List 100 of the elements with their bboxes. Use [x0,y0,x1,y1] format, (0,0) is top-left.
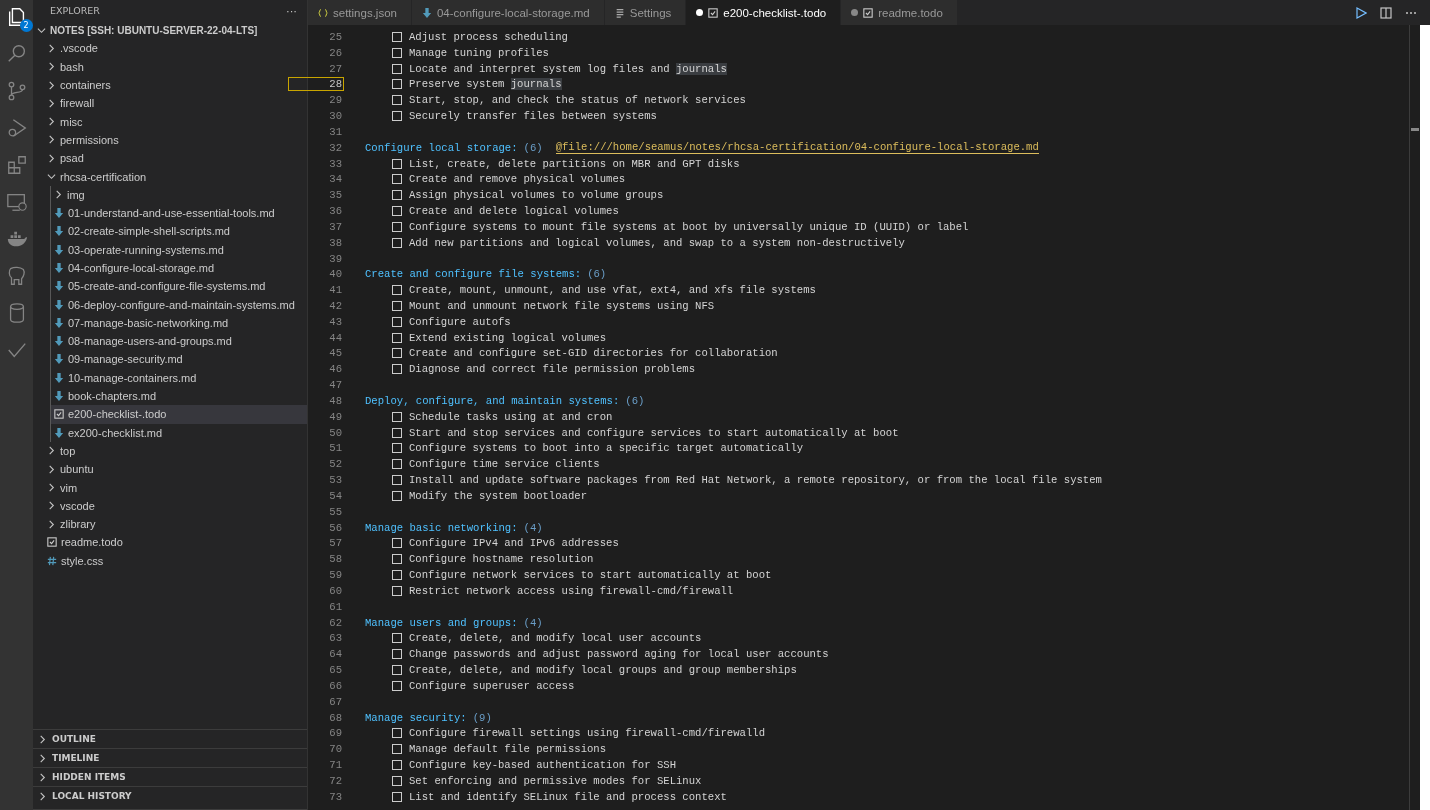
task-text: Configure IPv4 and IPv6 addresses [409,537,619,550]
task-text: Add new partitions and logical volumes, and swap to a system non-destructively [409,236,905,249]
section-heading: Deploy, configure, and maintain systems: [365,394,620,407]
line-number: 42 [328,300,343,312]
checkbox-icon [392,649,402,660]
folder-item[interactable]: zlibrary [33,515,307,534]
folder-item[interactable]: rhcsa-certification [33,167,307,186]
task-text: Diagnose and correct file permission problems [409,363,696,376]
task-text: Securely transfer files between systems [409,110,657,123]
task-text: Start, stop, and check the status of network services [409,94,746,107]
lines-icon [614,7,625,18]
folder-item[interactable]: vim [33,478,307,497]
file-item[interactable]: 06-deploy-configure-and-maintain-systems.md [51,295,307,314]
task-text: Configure key-based authentication for SSH [409,759,676,771]
run-icon[interactable] [1355,6,1367,19]
task-text: Configure systems to mount file systems at boot by universally unique ID (UUID) or label [409,220,969,233]
editor-tab[interactable]: Settings [604,0,687,25]
task-text: Create and remove physical volumes [409,173,626,186]
line-number: 27 [328,62,343,75]
file-item[interactable]: e200-checklist-.todo [51,405,307,424]
task-text: Configure time service clients [409,458,600,471]
task-count: (4) [523,521,543,534]
remote-monitor-icon[interactable] [5,191,28,213]
line-number: 60 [328,584,343,597]
checkbox-icon [392,364,402,375]
checkbox-icon [392,190,402,201]
task-text: Create, delete, and modify local groups and group memberships [409,664,797,677]
folder-item[interactable]: bash [33,57,307,76]
line-number: 39 [328,252,343,265]
task-count: (6) [587,268,607,281]
download-arrow-icon [54,299,64,310]
folder-item[interactable]: misc [33,112,307,131]
folder-item[interactable]: ubuntu [33,460,307,479]
folder-item[interactable]: permissions [33,130,307,150]
checkbox-icon [708,7,719,18]
line-number: 73 [328,790,343,803]
checkbox-icon [392,570,402,581]
checkbox-icon [54,409,64,420]
download-arrow-icon [54,391,64,402]
extensions-icon[interactable] [5,154,28,176]
editor-tab[interactable]: e200-checklist-.todo [686,0,842,25]
file-item[interactable]: 03-operate-running-systems.md [51,240,307,259]
folder-item[interactable]: img [51,185,307,204]
line-number: 65 [328,664,343,677]
line-number: 70 [328,743,343,756]
file-item[interactable]: 01-understand-and-use-essential-tools.md [51,203,307,223]
scrollbar-marker-icon [1411,128,1419,131]
checkbox-icon [392,95,402,106]
file-item[interactable]: ex200-checklist.md [51,423,307,442]
collapsed-section[interactable]: TIMELINE [33,748,307,767]
file-item[interactable]: 08-manage-users-and-groups.md [51,332,307,351]
task-text: Locate and interpret system log files and journals [409,62,727,75]
folder-item[interactable]: firewall [33,94,307,113]
task-text: Configure systems to boot into a specific target automatically [409,442,804,455]
task-count: (6) [625,394,645,407]
task-text: Restrict network access using firewall-cmd/firewall [409,584,734,597]
file-item[interactable]: 07-manage-basic-networking.md [51,313,307,333]
file-link[interactable]: @file:///home/seamus/notes/rhcsa-certification/04-configure-local-storage.md [555,141,1039,155]
file-item[interactable]: 10-manage-containers.md [51,368,307,387]
unsaved-dot-icon [696,9,704,16]
file-item[interactable]: book-chapters.md [51,386,307,406]
line-number: 62 [328,616,343,629]
task-text: List and identify SELinux file and process context [409,790,727,803]
checkbox-icon [392,31,402,42]
checkbox-icon [392,775,402,786]
line-number: 43 [328,315,343,328]
task-text: List, create, delete partitions on MBR and GPT disks [409,157,740,170]
task-text: Start and stop services and configure services to start automatically at boot [409,426,899,439]
file-item[interactable]: 04-configure-local-storage.md [51,258,307,278]
collapsed-section[interactable]: OUTLINE [33,729,307,748]
folder-item[interactable]: vscode [33,496,307,515]
checkbox-icon [392,554,402,565]
split-editor-icon[interactable] [1380,6,1392,19]
more-actions-button[interactable]: ··· [286,4,297,17]
folder-item[interactable]: top [33,441,307,461]
workspace-root[interactable]: NOTES [SSH: UBUNTU-SERVER-22-04-LTS] [33,21,307,40]
folder-item[interactable]: psad [33,149,307,168]
line-number: 64 [328,648,343,661]
folder-item[interactable]: .vscode [33,39,307,58]
file-item[interactable]: readme.todo [33,533,307,552]
checkbox-icon [392,111,402,122]
line-number: 35 [328,189,343,202]
line-number: 45 [328,347,343,360]
line-number: 71 [328,759,343,771]
file-item[interactable]: 09-manage-security.md [51,350,307,369]
file-item[interactable]: 05-create-and-configure-file-systems.md [51,277,307,296]
checkbox-icon [392,206,402,216]
task-text: Configure hostname resolution [409,553,594,566]
editor-tab[interactable]: 04-configure-local-storage.md [411,0,605,25]
collapsed-section[interactable]: LOCAL HISTORY [33,786,307,805]
file-item[interactable]: 02-create-simple-shell-scripts.md [51,222,307,241]
task-text: Configure autofs [409,315,511,328]
line-number: 38 [328,236,343,249]
collapsed-section[interactable]: HIDDEN ITEMS [33,767,307,786]
checkbox-icon [392,665,402,676]
task-text: Schedule tasks using at and cron [409,410,613,423]
task-text: Preserve system journals [409,78,562,91]
file-item[interactable]: style.css [33,551,307,570]
editor-tab[interactable]: settings.json [308,0,412,25]
editor-tab[interactable]: readme.todo [841,0,958,25]
